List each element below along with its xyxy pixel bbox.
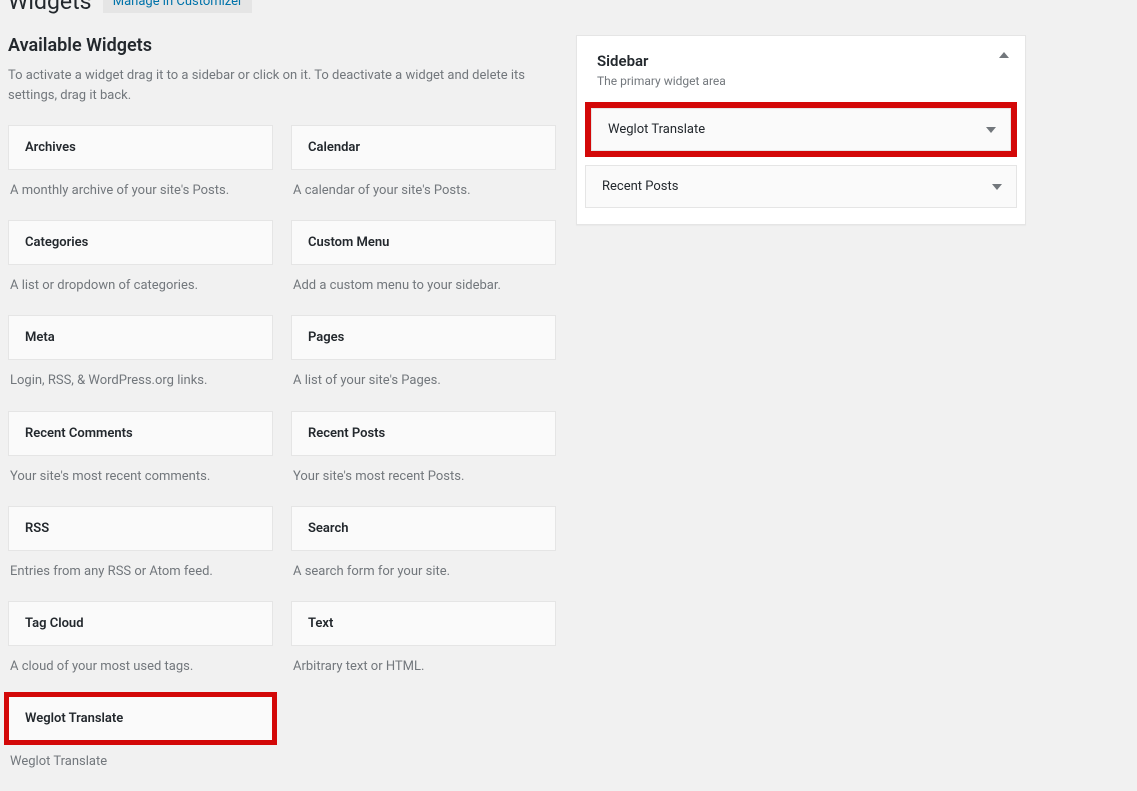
available-widget: PagesA list of your site's Pages.	[291, 315, 556, 410]
chevron-down-icon[interactable]	[992, 184, 1002, 190]
page-title: Widgets	[8, 0, 91, 15]
sidebar-widget[interactable]: Weglot Translate	[591, 108, 1011, 151]
widget-box[interactable]: Custom Menu	[291, 220, 556, 265]
sidebar-widget-label: Recent Posts	[602, 179, 678, 194]
widget-description: Add a custom menu to your sidebar.	[291, 265, 556, 315]
widget-box[interactable]: Recent Posts	[291, 411, 556, 456]
widget-box[interactable]: Meta	[8, 315, 273, 360]
available-widget: Weglot TranslateWeglot Translate	[8, 696, 273, 791]
available-widgets-column: Available Widgets To activate a widget d…	[8, 35, 556, 791]
widget-description: Entries from any RSS or Atom feed.	[8, 551, 273, 601]
widget-description: A list of your site's Pages.	[291, 360, 556, 410]
widget-description: A search form for your site.	[291, 551, 556, 601]
available-widget: Recent PostsYour site's most recent Post…	[291, 411, 556, 506]
widget-description: Weglot Translate	[8, 741, 273, 791]
widget-box[interactable]: Calendar	[291, 125, 556, 170]
widget-box[interactable]: Search	[291, 506, 556, 551]
widget-description: A monthly archive of your site's Posts.	[8, 170, 273, 220]
widget-box[interactable]: RSS	[8, 506, 273, 551]
available-widget: MetaLogin, RSS, & WordPress.org links.	[8, 315, 273, 410]
sidebar-area-column: Sidebar The primary widget area Weglot T…	[576, 35, 1026, 791]
available-widget: SearchA search form for your site.	[291, 506, 556, 601]
widget-box[interactable]: Text	[291, 601, 556, 646]
sidebar-title: Sidebar	[597, 52, 1005, 70]
available-widget: Tag CloudA cloud of your most used tags.	[8, 601, 273, 696]
sidebar-widget[interactable]: Recent Posts	[585, 165, 1017, 208]
chevron-down-icon[interactable]	[986, 127, 996, 133]
available-widget: CalendarA calendar of your site's Posts.	[291, 125, 556, 220]
available-widget: ArchivesA monthly archive of your site's…	[8, 125, 273, 220]
widget-description: Login, RSS, & WordPress.org links.	[8, 360, 273, 410]
available-widget: CategoriesA list or dropdown of categori…	[8, 220, 273, 315]
widget-box[interactable]: Tag Cloud	[8, 601, 273, 646]
widget-description: A list or dropdown of categories.	[8, 265, 273, 315]
highlight-box: Weglot Translate	[585, 102, 1017, 157]
widget-box[interactable]: Weglot Translate	[8, 696, 273, 741]
widget-box[interactable]: Categories	[8, 220, 273, 265]
widget-box[interactable]: Recent Comments	[8, 411, 273, 456]
manage-customizer-link[interactable]: Manage in Customizer	[103, 0, 253, 13]
available-widget: Custom MenuAdd a custom menu to your sid…	[291, 220, 556, 315]
available-widget: RSSEntries from any RSS or Atom feed.	[8, 506, 273, 601]
widget-description: Your site's most recent comments.	[8, 456, 273, 506]
widget-description: A calendar of your site's Posts.	[291, 170, 556, 220]
sidebar-description: The primary widget area	[597, 74, 1005, 88]
widget-description: Your site's most recent Posts.	[291, 456, 556, 506]
widget-box[interactable]: Pages	[291, 315, 556, 360]
sidebar-header[interactable]: Sidebar The primary widget area	[577, 36, 1025, 94]
widget-box[interactable]: Archives	[8, 125, 273, 170]
sidebar-panel: Sidebar The primary widget area Weglot T…	[576, 35, 1026, 225]
available-widget: Recent CommentsYour site's most recent c…	[8, 411, 273, 506]
available-widgets-description: To activate a widget drag it to a sideba…	[8, 66, 548, 105]
available-widget: TextArbitrary text or HTML.	[291, 601, 556, 696]
widget-description: A cloud of your most used tags.	[8, 646, 273, 696]
widget-description: Arbitrary text or HTML.	[291, 646, 556, 696]
chevron-up-icon[interactable]	[999, 52, 1009, 58]
available-widgets-title: Available Widgets	[8, 35, 556, 56]
sidebar-widget-label: Weglot Translate	[608, 122, 705, 137]
